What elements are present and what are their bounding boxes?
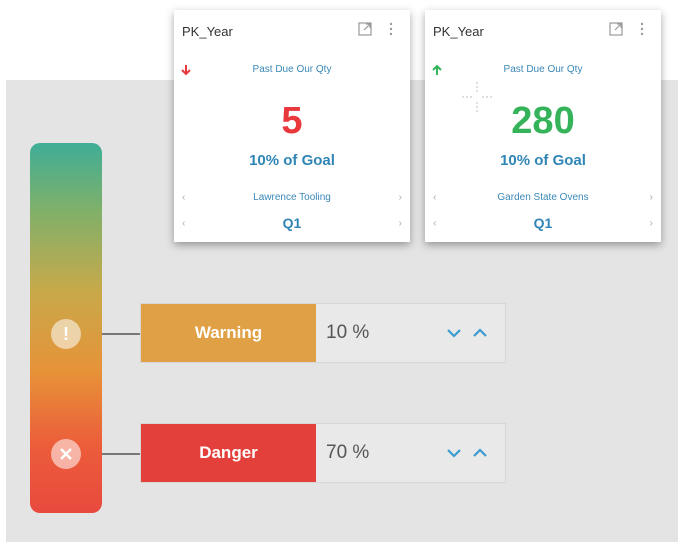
- card-title: PK_Year: [182, 24, 233, 39]
- entity-label: Lawrence Tooling: [253, 191, 331, 203]
- stepper: [445, 304, 505, 362]
- period-navigator: ‹ Q1 ›: [174, 214, 410, 232]
- stepper: [445, 424, 505, 482]
- kpi-card: PK_Year Past Due Our Qty 5 10% of Goal ‹…: [174, 10, 410, 242]
- goal-text: 10% of Goal: [500, 152, 586, 169]
- chevron-left-icon[interactable]: ‹: [433, 192, 436, 203]
- period-navigator: ‹ Q1 ›: [425, 214, 661, 232]
- more-vertical-icon[interactable]: [384, 22, 398, 36]
- close-circle-icon: [51, 439, 81, 469]
- card-toolbar: [609, 22, 649, 36]
- more-vertical-icon[interactable]: [635, 22, 649, 36]
- chevron-down-icon[interactable]: [445, 324, 463, 342]
- threshold-label: Danger: [141, 424, 316, 482]
- entity-label: Garden State Ovens: [497, 191, 589, 203]
- expand-icon[interactable]: [609, 22, 623, 36]
- threshold-value-input[interactable]: 10 %: [316, 304, 445, 362]
- period-label: Q1: [282, 215, 302, 231]
- expand-icon[interactable]: [358, 22, 372, 36]
- chevron-down-icon[interactable]: [445, 444, 463, 462]
- chevron-left-icon[interactable]: ‹: [433, 218, 436, 229]
- threshold-row-warning: Warning 10 %: [140, 303, 506, 363]
- period-label: Q1: [533, 215, 553, 231]
- chevron-right-icon[interactable]: ›: [650, 192, 653, 203]
- chevron-left-icon[interactable]: ‹: [182, 218, 185, 229]
- chevron-left-icon[interactable]: ‹: [182, 192, 185, 203]
- chevron-up-icon[interactable]: [471, 324, 489, 342]
- connector-line: [102, 453, 140, 455]
- connector-line: [102, 333, 140, 335]
- goal-text: 10% of Goal: [249, 152, 335, 169]
- kpi-card: PK_Year Past Due Our Qty 280 10% of Goal…: [425, 10, 661, 242]
- entity-navigator: ‹ Garden State Ovens ›: [425, 188, 661, 206]
- chevron-right-icon[interactable]: ›: [399, 192, 402, 203]
- crosshair-cursor-icon: [462, 82, 492, 112]
- card-toolbar: [358, 22, 398, 36]
- metric-label: Past Due Our Qty: [252, 64, 332, 75]
- chevron-right-icon[interactable]: ›: [399, 218, 402, 229]
- entity-navigator: ‹ Lawrence Tooling ›: [174, 188, 410, 206]
- chevron-right-icon[interactable]: ›: [650, 218, 653, 229]
- card-title: PK_Year: [433, 24, 484, 39]
- chevron-up-icon[interactable]: [471, 444, 489, 462]
- threshold-value-input[interactable]: 70 %: [316, 424, 445, 482]
- metric-label: Past Due Our Qty: [503, 64, 583, 75]
- kpi-value: 5: [281, 100, 303, 142]
- threshold-row-danger: Danger 70 %: [140, 423, 506, 483]
- threshold-label: Warning: [141, 304, 316, 362]
- exclamation-icon: !: [51, 319, 81, 349]
